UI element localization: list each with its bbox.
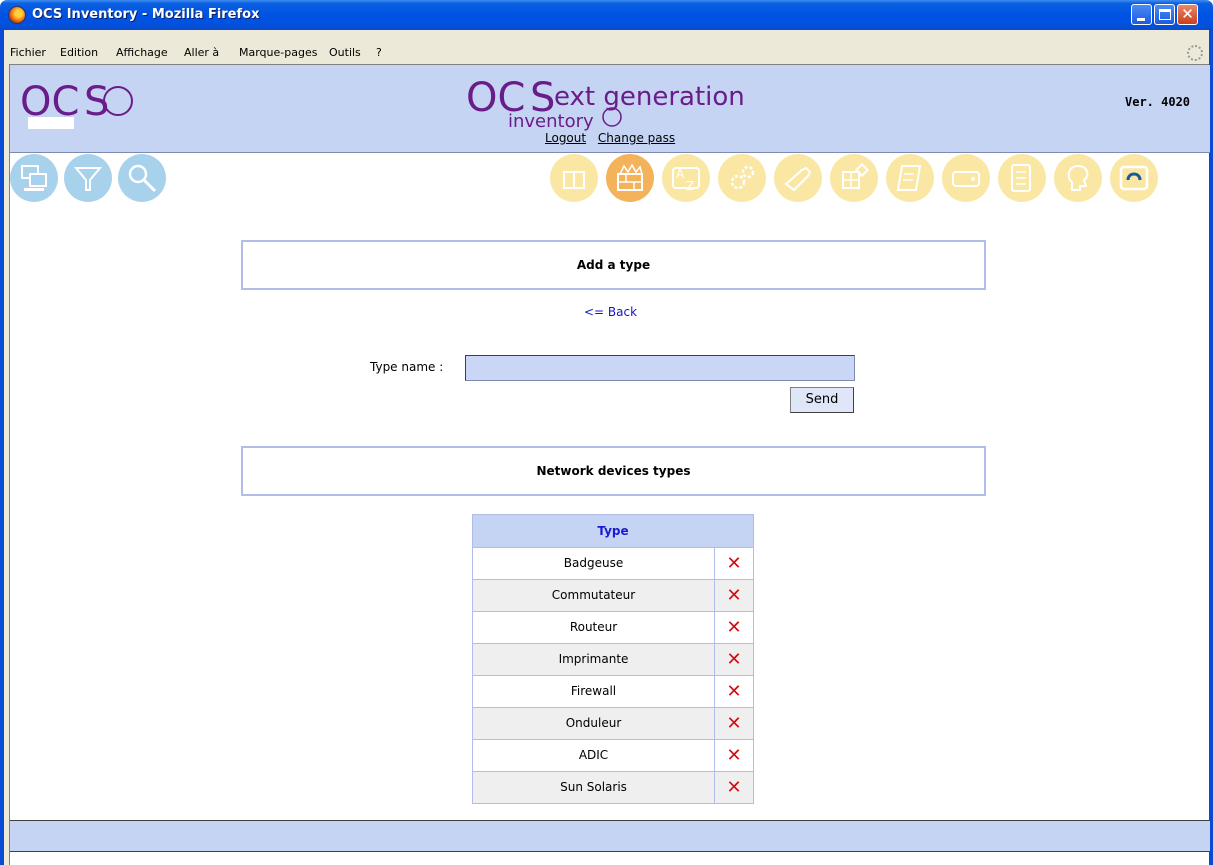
table-row: Onduleur ✕ <box>473 707 753 739</box>
network-devices-types-header: Network devices types <box>241 446 986 496</box>
registry-button[interactable] <box>830 154 878 202</box>
svg-text:inventory: inventory <box>508 111 594 131</box>
type-name: Onduleur <box>473 708 715 739</box>
menu-affichage[interactable]: Affichage <box>116 46 168 59</box>
type-name-input[interactable] <box>465 355 855 381</box>
document-icon <box>1011 164 1031 192</box>
table-row: Routeur ✕ <box>473 611 753 643</box>
minimize-button[interactable] <box>1131 4 1152 25</box>
help-head-icon <box>1067 164 1089 191</box>
add-type-header: Add a type <box>241 240 986 290</box>
table-row: ADIC ✕ <box>473 739 753 771</box>
computers-button[interactable] <box>10 154 58 202</box>
wrench-icon <box>784 166 812 192</box>
type-name: Commutateur <box>473 580 715 611</box>
table-row: Commutateur ✕ <box>473 579 753 611</box>
table-row: Firewall ✕ <box>473 675 753 707</box>
search-button[interactable] <box>118 154 166 202</box>
footer-bar <box>10 820 1210 852</box>
type-name: Imprimante <box>473 644 715 675</box>
dictionary-button[interactable]: A Z <box>662 154 710 202</box>
menu-fichier[interactable]: Fichier <box>10 46 46 59</box>
close-icon: ✕ <box>1181 5 1194 23</box>
window-title: OCS Inventory - Mozilla Firefox <box>32 7 260 22</box>
config-button[interactable] <box>718 154 766 202</box>
dictionary-icon: A Z <box>672 167 700 193</box>
screen-icon <box>1119 165 1149 191</box>
search-icon <box>128 164 157 193</box>
package-icon <box>563 171 585 189</box>
maximize-button[interactable] <box>1154 4 1175 25</box>
delete-icon[interactable]: ✕ <box>715 740 753 771</box>
delete-icon[interactable]: ✕ <box>715 708 753 739</box>
svg-text:A: A <box>676 167 685 181</box>
funnel-icon <box>73 167 103 191</box>
security-button[interactable] <box>606 154 654 202</box>
change-pass-link[interactable]: Change pass <box>598 131 675 145</box>
network-device-icon <box>952 171 980 187</box>
delete-icon[interactable]: ✕ <box>715 580 753 611</box>
svg-text:ext generation: ext generation <box>554 82 745 112</box>
menu-marque-pages[interactable]: Marque-pages <box>239 46 317 59</box>
type-name: ADIC <box>473 740 715 771</box>
version-label: Ver. 4020 <box>1125 95 1191 109</box>
delete-icon[interactable]: ✕ <box>715 644 753 675</box>
menu-help[interactable]: ? <box>376 46 382 59</box>
scroll-icon <box>896 165 922 191</box>
table-row: Badgeuse ✕ <box>473 547 753 579</box>
back-link[interactable]: <= Back <box>584 305 637 319</box>
page-content: OC S OC S ext generation inventory Ver. … <box>9 64 1210 865</box>
firewall-icon <box>617 163 643 191</box>
computers-icon <box>21 165 47 191</box>
registry-icon <box>842 162 870 189</box>
deployment-button[interactable] <box>550 154 598 202</box>
header-links: Logout Change pass <box>545 131 683 145</box>
logs-button[interactable] <box>886 154 934 202</box>
documents-button[interactable] <box>998 154 1046 202</box>
svg-text:Z: Z <box>686 179 694 193</box>
delete-icon[interactable]: ✕ <box>715 676 753 707</box>
type-name: Routeur <box>473 612 715 643</box>
delete-icon[interactable]: ✕ <box>715 772 753 803</box>
delete-icon[interactable]: ✕ <box>715 548 753 579</box>
firefox-icon <box>8 6 26 24</box>
ocs-next-generation-logo: OC S ext generation inventory <box>466 75 745 131</box>
devices-button[interactable] <box>942 154 990 202</box>
svg-text:S: S <box>84 79 109 125</box>
type-column-header[interactable]: Type <box>473 515 753 547</box>
table-row: Imprimante ✕ <box>473 643 753 675</box>
send-button[interactable]: Send <box>790 387 854 413</box>
tools-button[interactable] <box>774 154 822 202</box>
about-button[interactable] <box>1110 154 1158 202</box>
logout-link[interactable]: Logout <box>545 131 586 145</box>
menu-edition[interactable]: Edition <box>60 46 98 59</box>
types-table: Type Badgeuse ✕ Commutateur ✕ Routeur ✕ … <box>472 514 754 804</box>
delete-icon[interactable]: ✕ <box>715 612 753 643</box>
menu-outils[interactable]: Outils <box>329 46 361 59</box>
type-name: Badgeuse <box>473 548 715 579</box>
ocs-inventory-logo: OC S <box>20 79 133 129</box>
close-button[interactable]: ✕ <box>1177 4 1198 25</box>
help-button[interactable] <box>1054 154 1102 202</box>
gears-icon <box>730 165 755 190</box>
table-row: Sun Solaris ✕ <box>473 771 753 803</box>
menu-aller-a[interactable]: Aller à <box>184 46 219 59</box>
window-titlebar: OCS Inventory - Mozilla Firefox ✕ <box>0 0 1213 30</box>
type-name-label: Type name : <box>370 360 444 374</box>
page-header: OC S OC S ext generation inventory Ver. … <box>10 65 1210 153</box>
type-name: Sun Solaris <box>473 772 715 803</box>
menu-bar: Fichier Edition Affichage Aller à Marque… <box>4 42 1209 64</box>
throbber-icon <box>1187 45 1203 61</box>
icon-toolbar: A Z <box>10 154 1210 214</box>
type-name: Firewall <box>473 676 715 707</box>
filter-button[interactable] <box>64 154 112 202</box>
